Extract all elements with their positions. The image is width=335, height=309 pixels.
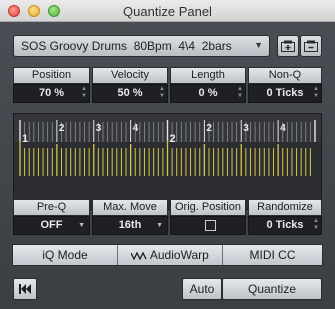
randomize-field[interactable]: 0 Ticks ▲ ▼ [248, 216, 322, 235]
length-label: Length [170, 67, 246, 84]
store-preset-button[interactable] [277, 35, 299, 57]
tab-audiowarp[interactable]: AudioWarp [117, 245, 222, 265]
quantize-button[interactable]: Quantize [222, 278, 322, 300]
non-q-label: Non-Q [248, 67, 322, 84]
quantize-grid-display[interactable]: 1 2 3 4 2 2 3 4 [13, 113, 322, 210]
warp-wave-icon [130, 251, 147, 261]
quantize-grid: 1 2 3 4 2 2 3 4 [14, 114, 321, 209]
remove-preset-icon [304, 40, 318, 52]
bar-number-label: 1 [22, 133, 28, 145]
remove-preset-button[interactable] [300, 35, 322, 57]
beat-number-label: 4 [133, 123, 139, 134]
beat-number-label: 3 [243, 123, 249, 134]
chevron-down-icon: ▼ [156, 222, 163, 229]
randomize-value: 0 Ticks [266, 219, 304, 231]
beat-number-label: 4 [280, 123, 286, 134]
spin-arrows-icon[interactable]: ▲ ▼ [313, 218, 319, 232]
iq-icon: iQ [42, 248, 55, 262]
beat-number-label: 3 [96, 123, 102, 134]
spin-arrows-icon[interactable]: ▲ ▼ [81, 86, 87, 100]
go-to-start-icon [19, 284, 31, 294]
beat-number-label: 2 [206, 123, 212, 134]
store-preset-icon [281, 40, 295, 52]
position-field[interactable]: 70 % ▲ ▼ [13, 84, 90, 103]
randomize-label: Randomize [248, 199, 322, 216]
auto-button[interactable]: Auto [182, 278, 222, 300]
spin-arrows-icon[interactable]: ▲ ▼ [237, 86, 243, 100]
reset-quantize-button[interactable] [13, 278, 37, 300]
orig-position-field [170, 216, 246, 235]
position-value: 70 % [38, 87, 65, 99]
non-q-value: 0 Ticks [266, 87, 304, 99]
velocity-value: 50 % [117, 87, 143, 99]
velocity-label: Velocity [92, 67, 168, 84]
pre-q-dropdown[interactable]: OFF ▼ [13, 216, 90, 235]
chevron-down-icon: ▼ [254, 40, 263, 50]
tab-label: MIDI CC [249, 248, 296, 262]
length-field[interactable]: 0 % ▲ ▼ [170, 84, 246, 103]
spin-arrows-icon[interactable]: ▲ ▼ [313, 86, 319, 100]
orig-position-checkbox[interactable] [205, 220, 216, 231]
orig-position-label: Orig. Position [170, 199, 246, 216]
non-q-field[interactable]: 0 Ticks ▲ ▼ [248, 84, 322, 103]
pre-q-value: OFF [40, 219, 63, 231]
pre-q-label: Pre-Q [13, 199, 90, 216]
position-label: Position [13, 67, 90, 84]
window-title: Quantize Panel [123, 4, 212, 19]
tab-iq-mode[interactable]: iQ Mode [13, 245, 117, 265]
mode-tabs: iQ Mode AudioWarp MIDI CC [12, 244, 323, 266]
chevron-down-icon: ▼ [78, 222, 85, 229]
tab-label: AudioWarp [149, 248, 209, 262]
tab-midi-cc[interactable]: MIDI CC [222, 245, 322, 265]
max-move-label: Max. Move [92, 199, 168, 216]
max-move-dropdown[interactable]: 16th ▼ [92, 216, 168, 235]
length-value: 0 % [198, 87, 218, 99]
preset-dropdown[interactable]: SOS Groovy Drums 80Bpm 4\4 2bars ▼ [13, 35, 270, 57]
quantize-panel: SOS Groovy Drums 80Bpm 4\4 2bars ▼ Posit… [0, 22, 335, 309]
max-move-value: 16th [118, 219, 142, 231]
title-bar: Quantize Panel [0, 0, 335, 22]
spin-arrows-icon[interactable]: ▲ ▼ [159, 86, 165, 100]
tab-label: Mode [57, 248, 88, 262]
velocity-field[interactable]: 50 % ▲ ▼ [92, 84, 168, 103]
preset-name: SOS Groovy Drums 80Bpm 4\4 2bars [21, 39, 232, 53]
beat-number-label: 2 [59, 123, 65, 134]
bar-number-label: 2 [170, 133, 176, 145]
